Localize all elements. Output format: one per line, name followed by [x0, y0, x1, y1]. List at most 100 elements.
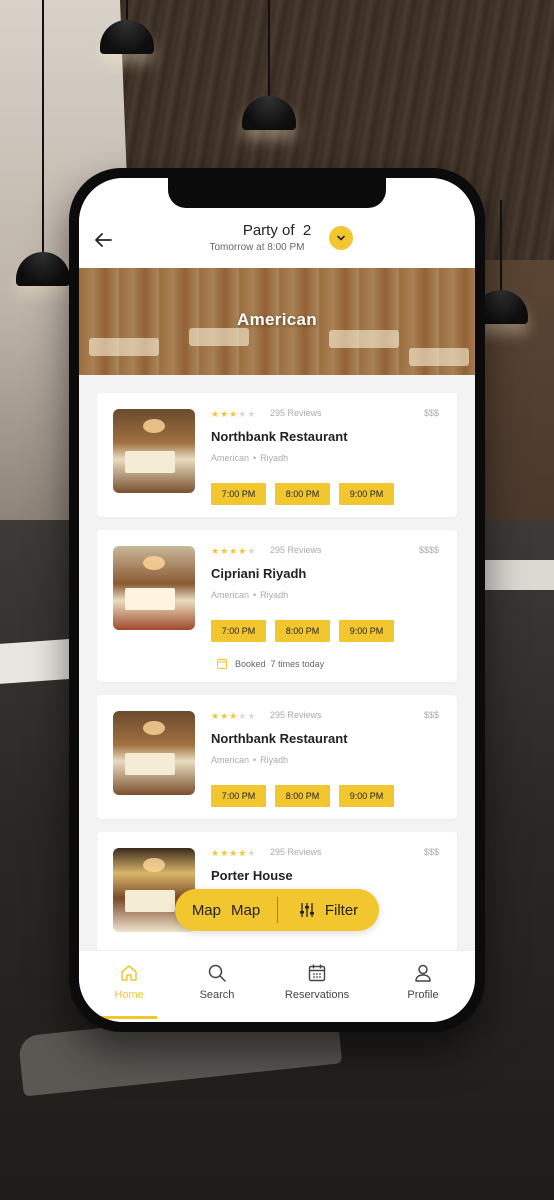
nav-item-home[interactable]: Home — [89, 963, 169, 1001]
cuisine: American — [211, 755, 250, 765]
star-icon: ★ — [211, 711, 220, 721]
app-screen: Party of 2 Tomorrow at 8:00 PM American — [79, 178, 475, 1022]
star-icon: ★ — [238, 711, 247, 721]
restaurant-photo — [113, 546, 195, 630]
city: Riyadh — [260, 755, 289, 765]
restaurant-meta: American • Riyadh — [211, 755, 289, 765]
star-icon: ★ — [247, 848, 256, 858]
chevron-down-icon — [337, 235, 345, 241]
time-slot-button[interactable]: 8:00 PM — [275, 620, 330, 642]
banner-table — [329, 330, 399, 348]
map-icon: Map — [191, 901, 221, 919]
star-icon: ★ — [238, 848, 247, 858]
party-dropdown-button[interactable] — [329, 226, 353, 250]
nav-label: Home — [114, 989, 144, 1001]
category-banner: American — [79, 268, 475, 375]
star-icon: ★ — [229, 848, 238, 858]
phone-frame: Party of 2 Tomorrow at 8:00 PM American — [69, 168, 485, 1032]
sliders-icon — [299, 903, 314, 917]
nav-item-reservations[interactable]: Reservations — [277, 963, 357, 1001]
restaurant-card[interactable]: ★ ★ ★ ★ ★ 295 Reviews $$$$ Cipriani Riyadh A… — [97, 530, 457, 682]
banner-table — [409, 348, 469, 366]
star-icon: ★ — [238, 546, 247, 556]
time-slot-button[interactable]: 7:00 PM — [211, 620, 266, 642]
star-icon: ★ — [229, 711, 238, 721]
filter-label: Filter — [324, 901, 359, 919]
booked-suffix: times today — [278, 658, 325, 669]
search-icon — [208, 964, 226, 982]
review-count: 295 Reviews — [270, 710, 322, 720]
restaurant-meta: American • Riyadh — [211, 590, 289, 600]
pendant-lamp — [100, 0, 154, 54]
restaurant-name: Northbank Restaurant — [211, 731, 348, 746]
star-icon: ★ — [211, 409, 220, 419]
city: Riyadh — [260, 453, 289, 463]
review-count: 295 Reviews — [270, 408, 322, 418]
star-icon: ★ — [220, 546, 229, 556]
booked-label: Booked — [235, 658, 266, 669]
nav-label: Search — [199, 989, 235, 1001]
map-button[interactable]: Map Map — [175, 889, 277, 931]
time-slots: 7:00 PM 8:00 PM 9:00 PM — [211, 483, 394, 505]
restaurant-card[interactable]: ★ ★ ★ ★ ★ 295 Reviews $$$ Northbank Restaura… — [97, 393, 457, 517]
map-filter-bar: Map Map Filter — [175, 889, 379, 931]
star-icon: ★ — [229, 546, 238, 556]
time-slots: 7:00 PM 8:00 PM 9:00 PM — [211, 785, 394, 807]
cuisine: American — [211, 590, 250, 600]
category-title: American — [237, 310, 317, 329]
star-icon: ★ — [247, 409, 256, 419]
time-slot-button[interactable]: 9:00 PM — [339, 620, 394, 642]
star-rating: ★ ★ ★ ★ ★ — [211, 711, 255, 721]
restaurant-card[interactable]: ★ ★ ★ ★ ★ 295 Reviews $$$ Northbank Restaura… — [97, 695, 457, 819]
filter-button[interactable]: Filter — [278, 889, 379, 931]
pendant-lamp — [474, 200, 528, 324]
time-slot-button[interactable]: 8:00 PM — [275, 483, 330, 505]
banner-table — [189, 328, 249, 346]
booked-info: Booked 7 times today — [217, 658, 324, 669]
restaurant-name: Northbank Restaurant — [211, 429, 348, 444]
star-icon: ★ — [247, 711, 256, 721]
nav-label: Profile — [407, 989, 439, 1001]
star-rating: ★ ★ ★ ★ ★ — [211, 546, 255, 556]
price-level: $$$ — [423, 847, 439, 857]
calendar-icon — [308, 964, 326, 982]
reservation-time: Tomorrow at 8:00 PM — [209, 242, 305, 253]
price-level: $$$$ — [418, 545, 439, 555]
pendant-lamp — [242, 0, 296, 130]
time-slot-button[interactable]: 9:00 PM — [339, 785, 394, 807]
restaurant-name: Cipriani Riyadh — [211, 566, 307, 581]
user-icon — [415, 964, 431, 982]
active-tab-indicator — [89, 1016, 157, 1019]
pendant-lamp — [16, 0, 70, 286]
star-icon: ★ — [211, 546, 220, 556]
star-icon: ★ — [220, 409, 229, 419]
party-title: Party of 2 — [79, 222, 475, 239]
star-icon: ★ — [220, 848, 229, 858]
price-level: $$$ — [423, 710, 439, 720]
star-icon: ★ — [211, 848, 220, 858]
cuisine: American — [211, 453, 250, 463]
party-size: 2 — [302, 222, 312, 239]
map-label: Map — [231, 901, 261, 919]
city: Riyadh — [260, 590, 289, 600]
calendar-icon — [217, 658, 227, 669]
restaurant-photo — [113, 711, 195, 795]
restaurant-meta: American • Riyadh — [211, 453, 289, 463]
time-slot-button[interactable]: 7:00 PM — [211, 785, 266, 807]
time-slot-button[interactable]: 7:00 PM — [211, 483, 266, 505]
nav-item-search[interactable]: Search — [177, 963, 257, 1001]
review-count: 295 Reviews — [270, 545, 322, 555]
banner-table — [89, 338, 159, 356]
star-icon: ★ — [220, 711, 229, 721]
star-icon: ★ — [247, 546, 256, 556]
restaurant-name: Porter House — [211, 868, 293, 883]
time-slot-button[interactable]: 9:00 PM — [339, 483, 394, 505]
star-rating: ★ ★ ★ ★ ★ — [211, 409, 255, 419]
nav-item-profile[interactable]: Profile — [383, 963, 463, 1001]
home-icon — [121, 965, 137, 981]
phone-notch — [168, 178, 386, 208]
restaurant-list: ★ ★ ★ ★ ★ 295 Reviews $$$ Northbank Restaura… — [79, 375, 475, 955]
time-slot-button[interactable]: 8:00 PM — [275, 785, 330, 807]
price-level: $$$ — [423, 408, 439, 418]
star-icon: ★ — [238, 409, 247, 419]
